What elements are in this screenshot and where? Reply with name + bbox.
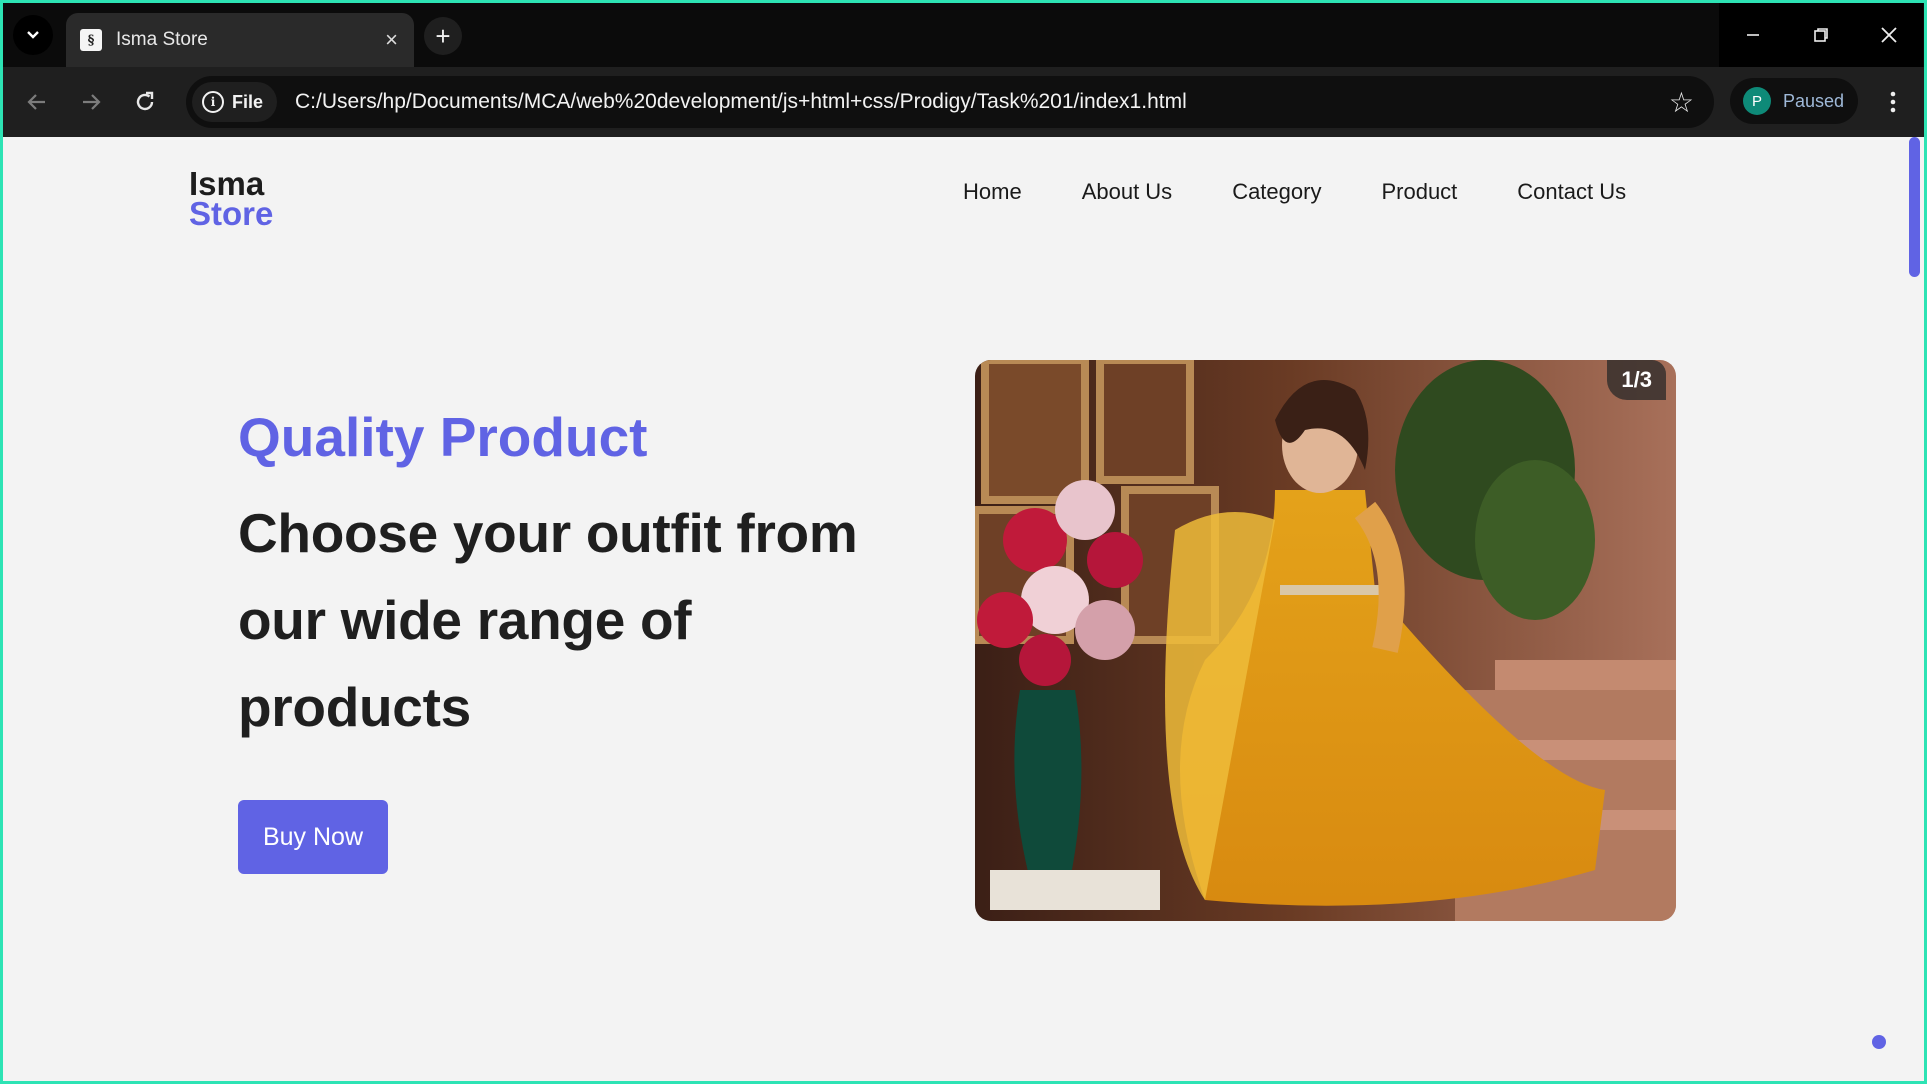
hero-text: Quality Product Choose your outfit from … (238, 402, 918, 751)
nav-product[interactable]: Product (1381, 179, 1457, 205)
info-icon: i (202, 91, 224, 113)
site-logo[interactable]: Isma Store (189, 167, 274, 232)
back-arrow-icon[interactable] (15, 80, 59, 124)
scroll-indicator-dot (1872, 1035, 1886, 1049)
logo-line-2: Store (189, 195, 274, 232)
close-window-icon[interactable] (1855, 3, 1923, 67)
nav-contact-us[interactable]: Contact Us (1517, 179, 1626, 205)
close-tab-icon[interactable]: × (385, 27, 398, 53)
restore-icon[interactable] (1787, 3, 1855, 67)
headline-line-2: our wide range of (238, 589, 692, 651)
reload-icon[interactable] (123, 80, 167, 124)
scrollbar-track[interactable] (1907, 137, 1924, 1081)
browser-toolbar: i File C:/Users/hp/Documents/MCA/web%20d… (3, 67, 1924, 137)
bookmark-star-icon[interactable]: ☆ (1669, 86, 1694, 119)
tab-title: Isma Store (116, 29, 208, 50)
active-tab[interactable]: § Isma Store × (66, 13, 414, 67)
site-info-chip[interactable]: i File (192, 82, 278, 122)
file-label: File (232, 91, 264, 112)
browser-window: § Isma Store × + i File C:/Users/hp/Docu… (3, 3, 1924, 1081)
forward-arrow-icon[interactable] (69, 80, 113, 124)
headline-line-1: Choose your outfit from (238, 502, 858, 564)
web-page: Isma Store Home About Us Category Produc… (3, 137, 1924, 1081)
scrollbar-thumb[interactable] (1909, 137, 1920, 277)
main-nav: Home About Us Category Product Contact U… (963, 179, 1686, 205)
profile-status: Paused (1783, 90, 1845, 111)
nav-about-us[interactable]: About Us (1082, 179, 1173, 205)
product-photo (975, 360, 1676, 921)
buy-now-button[interactable]: Buy Now (238, 800, 388, 874)
profile-button[interactable]: P Paused (1730, 78, 1858, 124)
slide-counter: 1/3 (1607, 360, 1666, 400)
minimize-icon[interactable] (1719, 3, 1787, 67)
nav-home[interactable]: Home (963, 179, 1022, 205)
hero-eyebrow: Quality Product (238, 406, 648, 468)
address-bar[interactable]: i File C:/Users/hp/Documents/MCA/web%20d… (186, 76, 1714, 128)
avatar: P (1743, 87, 1771, 115)
headline-line-3: products (238, 676, 471, 738)
tab-bar: § Isma Store × + (3, 3, 1924, 67)
nav-category[interactable]: Category (1232, 179, 1321, 205)
hero-headline: Choose your outfit from our wide range o… (238, 490, 918, 751)
tab-search-icon[interactable] (13, 15, 53, 55)
new-tab-button[interactable]: + (424, 17, 462, 55)
url-text[interactable]: C:/Users/hp/Documents/MCA/web%20developm… (295, 90, 1669, 114)
page-icon: § (80, 29, 102, 51)
hero-slider[interactable]: 1/3 (975, 360, 1676, 921)
kebab-menu-icon[interactable] (1873, 80, 1913, 124)
